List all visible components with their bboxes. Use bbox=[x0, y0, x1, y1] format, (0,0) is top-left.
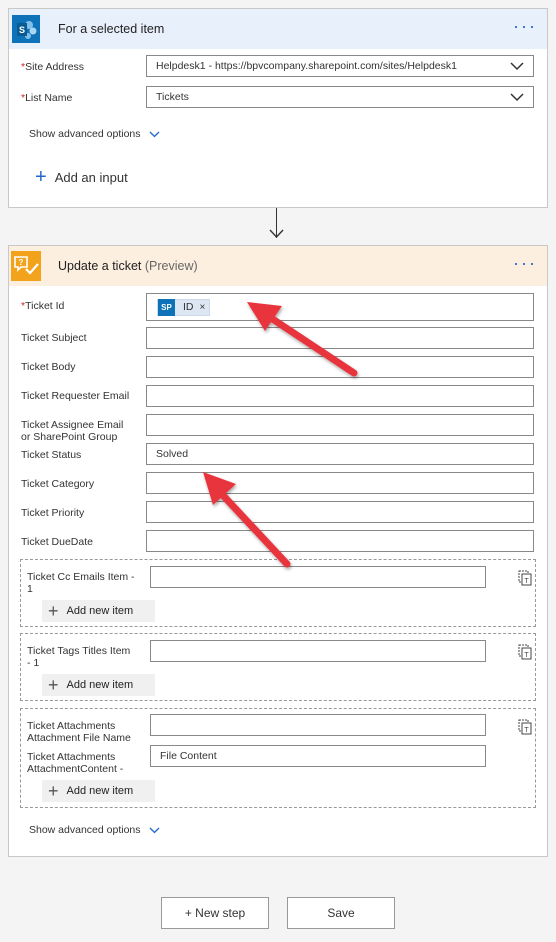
ticket-category-label: Ticket Category bbox=[21, 478, 95, 490]
show-advanced-options-text: Show advanced options bbox=[29, 824, 141, 836]
ticket-tags-titles-label: Ticket Tags Titles Item - 1 bbox=[27, 645, 130, 669]
ticket-tags-titles-group: Ticket Tags Titles Item - 1 T + Add new it… bbox=[20, 633, 536, 701]
ticket-assignee-label-line1: Ticket Assignee Email bbox=[21, 419, 124, 431]
trigger-card-header[interactable]: S For a selected item ··· bbox=[9, 9, 547, 49]
ticket-tags-titles-input[interactable] bbox=[150, 640, 486, 662]
preview-badge: (Preview) bbox=[144, 259, 198, 273]
dynamic-content-token-id[interactable]: SP ID × bbox=[157, 298, 211, 316]
attachment-content-placeholder: File Content bbox=[160, 750, 217, 762]
action-card-title: Update a ticket (Preview) bbox=[58, 259, 198, 273]
chevron-down-icon bbox=[149, 827, 159, 833]
ticket-duedate-label: Ticket DueDate bbox=[21, 536, 93, 548]
ticket-cc-emails-input[interactable] bbox=[150, 566, 486, 588]
add-new-item-text: Add new item bbox=[66, 785, 134, 797]
attachment-content-label: Ticket Attachments AttachmentContent - bbox=[27, 751, 123, 775]
ticket-subject-label: Ticket Subject bbox=[21, 332, 87, 344]
ticket-id-label: *Ticket Id bbox=[21, 300, 64, 312]
add-an-input-text: Add an input bbox=[54, 169, 128, 185]
svg-text:S: S bbox=[19, 25, 25, 35]
arrow-down-icon bbox=[269, 229, 284, 239]
ticket-body-label: Ticket Body bbox=[21, 361, 76, 373]
chevron-down-icon bbox=[510, 62, 524, 71]
plus-icon: + bbox=[48, 675, 59, 695]
attachment-file-name-label-line1: Ticket Attachments bbox=[27, 720, 116, 732]
site-address-dropdown[interactable]: Helpdesk1 - https://bpvcompany.sharepoin… bbox=[146, 55, 534, 77]
site-address-value: Helpdesk1 - https://bpvcompany.sharepoin… bbox=[156, 60, 457, 72]
list-name-dropdown[interactable]: Tickets bbox=[146, 86, 534, 108]
show-advanced-options-link[interactable]: Show advanced options bbox=[29, 824, 160, 836]
ticket-tags-titles-label-line1: Ticket Tags Titles Item bbox=[27, 645, 131, 657]
ticket-category-input[interactable] bbox=[146, 472, 534, 494]
ticket-cc-emails-label-line1: Ticket Cc Emails Item - bbox=[27, 571, 135, 583]
attachment-content-label-line2: AttachmentContent - bbox=[27, 763, 124, 775]
add-new-item-text: Add new item bbox=[66, 679, 134, 691]
ticket-assignee-label: Ticket Assignee Email or SharePoint Group bbox=[21, 419, 123, 443]
svg-text:T: T bbox=[524, 652, 529, 659]
svg-text:T: T bbox=[524, 727, 529, 734]
site-address-label: *Site Address bbox=[21, 61, 84, 73]
ticket-assignee-input[interactable] bbox=[146, 414, 534, 436]
attachment-content-input[interactable]: File Content bbox=[150, 745, 486, 767]
ticket-id-input[interactable]: SP ID × bbox=[146, 293, 534, 321]
ticket-attachments-group: Ticket Attachments Attachment File Name T… bbox=[20, 708, 536, 808]
attachment-file-name-label-line2: Attachment File Name bbox=[27, 732, 131, 744]
ticket-priority-input[interactable] bbox=[146, 501, 534, 523]
svg-text:T: T bbox=[524, 578, 529, 585]
action-card-header[interactable]: ? Update a ticket (Preview) ··· bbox=[9, 246, 547, 286]
add-new-item-button[interactable]: + Add new item bbox=[42, 674, 155, 696]
list-name-value: Tickets bbox=[156, 91, 189, 103]
action-card-title-text: Update a ticket bbox=[58, 259, 142, 273]
add-new-item-button[interactable]: + Add new item bbox=[42, 600, 155, 622]
ticket-requester-email-input[interactable] bbox=[146, 385, 534, 407]
more-options-icon[interactable]: ··· bbox=[513, 254, 537, 272]
show-advanced-options-text: Show advanced options bbox=[29, 128, 141, 140]
save-button[interactable]: Save bbox=[287, 897, 395, 929]
site-address-label-text: Site Address bbox=[25, 61, 85, 73]
add-new-item-button[interactable]: + Add new item bbox=[42, 780, 155, 802]
ticket-status-input[interactable]: Solved bbox=[146, 443, 534, 465]
copy-icon[interactable]: T bbox=[518, 570, 532, 586]
attachment-content-label-line1: Ticket Attachments bbox=[27, 751, 116, 763]
copy-icon[interactable]: T bbox=[518, 644, 532, 660]
attachment-file-name-input[interactable] bbox=[150, 714, 486, 736]
helpdesk-icon: ? bbox=[11, 251, 41, 281]
ticket-cc-emails-group: Ticket Cc Emails Item -1 T + Add new item bbox=[20, 559, 536, 627]
add-new-item-text: Add new item bbox=[66, 605, 134, 617]
ticket-status-label: Ticket Status bbox=[21, 449, 82, 461]
list-name-label: *List Name bbox=[21, 92, 72, 104]
trigger-card-title: For a selected item bbox=[58, 22, 165, 36]
ticket-tags-titles-label-line2: - 1 bbox=[27, 657, 40, 669]
ticket-cc-emails-label-line2: 1 bbox=[27, 583, 33, 595]
sharepoint-icon: SP bbox=[158, 298, 175, 316]
chevron-down-icon bbox=[510, 93, 524, 102]
ticket-body-input[interactable] bbox=[146, 356, 534, 378]
copy-icon[interactable]: T bbox=[518, 719, 532, 735]
ticket-subject-input[interactable] bbox=[146, 327, 534, 349]
list-name-label-text: List Name bbox=[25, 92, 73, 104]
show-advanced-options-link[interactable]: Show advanced options bbox=[29, 128, 160, 140]
add-an-input-button[interactable]: + Add an input bbox=[35, 166, 128, 188]
token-label: ID bbox=[183, 301, 194, 313]
more-options-icon[interactable]: ··· bbox=[513, 17, 537, 35]
ticket-priority-label: Ticket Priority bbox=[21, 507, 85, 519]
ticket-duedate-input[interactable] bbox=[146, 530, 534, 552]
ticket-requester-email-label: Ticket Requester Email bbox=[21, 390, 130, 402]
ticket-id-label-text: Ticket Id bbox=[25, 300, 65, 312]
sharepoint-icon: S bbox=[11, 14, 41, 44]
ticket-cc-emails-label: Ticket Cc Emails Item -1 bbox=[27, 571, 135, 595]
plus-icon: + bbox=[48, 601, 59, 621]
svg-text:?: ? bbox=[19, 258, 24, 267]
action-card-update-ticket: ? Update a ticket (Preview) ··· *Ticket … bbox=[8, 245, 548, 857]
attachment-file-name-label: Ticket Attachments Attachment File Name bbox=[27, 720, 131, 744]
plus-icon: + bbox=[35, 166, 47, 188]
chevron-down-icon bbox=[149, 131, 159, 137]
ticket-assignee-label-line2: or SharePoint Group bbox=[21, 431, 118, 443]
trigger-card-for-selected-item: S For a selected item ··· *Site Address … bbox=[8, 8, 548, 208]
remove-token-icon[interactable]: × bbox=[200, 302, 206, 313]
new-step-button[interactable]: + New step bbox=[161, 897, 269, 929]
plus-icon: + bbox=[48, 781, 59, 801]
